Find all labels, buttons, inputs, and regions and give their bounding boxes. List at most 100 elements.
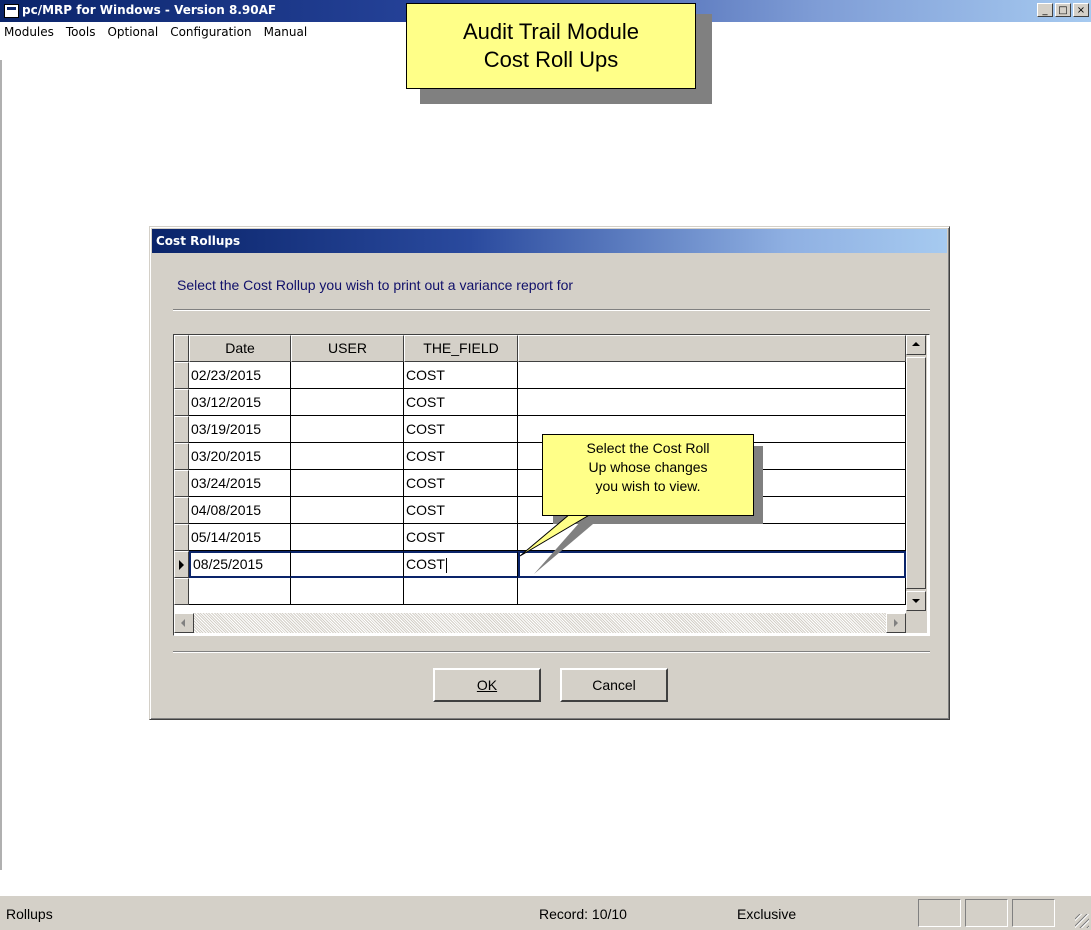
- header-indicator[interactable]: [174, 335, 189, 362]
- status-bar: Rollups Record: 10/10 Exclusive: [0, 895, 1091, 930]
- column-header-user[interactable]: USER: [291, 335, 404, 362]
- tip-line-1: Select the Cost Roll: [586, 440, 710, 456]
- cell-the-field[interactable]: COST: [404, 470, 518, 497]
- cell-the-field[interactable]: COST: [404, 416, 518, 443]
- cell-user[interactable]: [291, 497, 404, 524]
- table-row-empty[interactable]: [174, 578, 906, 605]
- menu-optional[interactable]: Optional: [101, 25, 164, 39]
- tip-line-2: Up whose changes: [588, 459, 708, 475]
- cell-extra[interactable]: [518, 578, 906, 605]
- cell-date[interactable]: 04/08/2015: [189, 497, 291, 524]
- cell-extra[interactable]: [518, 362, 906, 389]
- row-indicator[interactable]: [174, 389, 189, 416]
- window-title: pc/MRP for Windows - Version 8.90AF: [22, 3, 277, 17]
- arrow-up-icon: [912, 342, 920, 346]
- dialog-title[interactable]: Cost Rollups: [152, 229, 947, 253]
- table-row-current[interactable]: 08/25/2015 COST: [174, 551, 906, 578]
- callout-line-2: Cost Roll Ups: [483, 47, 619, 72]
- cell-date[interactable]: 03/20/2015: [189, 443, 291, 470]
- row-indicator[interactable]: [174, 524, 189, 551]
- menu-manual[interactable]: Manual: [258, 25, 314, 39]
- row-indicator[interactable]: [174, 416, 189, 443]
- cell-the-field[interactable]: COST: [404, 524, 518, 551]
- cell-the-field[interactable]: COST: [404, 362, 518, 389]
- table-row[interactable]: 03/24/2015 COST: [174, 470, 906, 497]
- cancel-label: Cancel: [592, 677, 636, 693]
- table-row[interactable]: 05/14/2015 COST: [174, 524, 906, 551]
- scroll-up-button[interactable]: [906, 335, 926, 355]
- cell-the-field[interactable]: [404, 578, 518, 605]
- status-panel-1: [918, 899, 961, 927]
- close-button[interactable]: ×: [1073, 3, 1089, 17]
- menu-tools[interactable]: Tools: [60, 25, 102, 39]
- resize-grip-icon[interactable]: [1075, 914, 1089, 928]
- ok-button[interactable]: OK: [433, 668, 541, 702]
- cell-extra[interactable]: [518, 524, 906, 551]
- status-panel-2: [965, 899, 1008, 927]
- cell-user[interactable]: [291, 470, 404, 497]
- dialog-instruction: Select the Cost Rollup you wish to print…: [177, 277, 574, 293]
- callout-line-1: Audit Trail Module: [462, 19, 640, 44]
- ok-label: OK: [476, 677, 498, 693]
- cell-the-field[interactable]: COST: [404, 443, 518, 470]
- cell-date[interactable]: 02/23/2015: [189, 362, 291, 389]
- cell-date[interactable]: 05/14/2015: [189, 524, 291, 551]
- scroll-down-button[interactable]: [906, 591, 926, 611]
- vertical-scrollbar[interactable]: [906, 335, 927, 613]
- vertical-scroll-thumb[interactable]: [906, 357, 926, 589]
- cell-date[interactable]: 03/24/2015: [189, 470, 291, 497]
- cell-the-field[interactable]: COST: [404, 389, 518, 416]
- cancel-button[interactable]: Cancel: [560, 668, 668, 702]
- cell-date[interactable]: 08/25/2015: [189, 551, 291, 578]
- cell-user[interactable]: [291, 362, 404, 389]
- scroll-right-button[interactable]: [886, 613, 906, 633]
- status-form-name: Rollups: [6, 906, 53, 922]
- column-header-date[interactable]: Date: [189, 335, 291, 362]
- cell-the-field-editing[interactable]: COST: [404, 551, 518, 578]
- cell-the-field[interactable]: COST: [404, 497, 518, 524]
- cell-user[interactable]: [291, 551, 404, 578]
- table-row[interactable]: 03/20/2015 COST: [174, 443, 906, 470]
- column-header-the-field[interactable]: THE_FIELD: [404, 335, 518, 362]
- app-icon[interactable]: [4, 4, 19, 18]
- cell-date[interactable]: 03/12/2015: [189, 389, 291, 416]
- cell-date[interactable]: 03/19/2015: [189, 416, 291, 443]
- table-row[interactable]: 04/08/2015 COST: [174, 497, 906, 524]
- row-indicator[interactable]: [174, 362, 189, 389]
- maximize-button[interactable]: □: [1055, 3, 1071, 17]
- row-indicator-current[interactable]: [174, 551, 189, 578]
- row-pointer-icon: [179, 560, 184, 570]
- cell-user[interactable]: [291, 416, 404, 443]
- table-row[interactable]: 03/19/2015 COST: [174, 416, 906, 443]
- menu-configuration[interactable]: Configuration: [164, 25, 257, 39]
- status-record: Record: 10/10: [539, 906, 627, 922]
- horizontal-scrollbar[interactable]: [174, 613, 906, 633]
- arrow-left-icon: [181, 619, 185, 627]
- cell-user[interactable]: [291, 524, 404, 551]
- cell-user[interactable]: [291, 443, 404, 470]
- column-header-extra[interactable]: [518, 335, 906, 362]
- cell-user[interactable]: [291, 389, 404, 416]
- separator-bottom: [173, 651, 930, 653]
- cell-extra[interactable]: [518, 551, 906, 578]
- tip-line-3: you wish to view.: [595, 478, 701, 494]
- cell-date[interactable]: [189, 578, 291, 605]
- row-indicator[interactable]: [174, 497, 189, 524]
- row-indicator[interactable]: [174, 578, 189, 605]
- instruction-tip: Select the Cost Roll Up whose changes yo…: [542, 434, 754, 516]
- row-indicator[interactable]: [174, 443, 189, 470]
- status-mode: Exclusive: [737, 906, 797, 922]
- minimize-button[interactable]: _: [1037, 3, 1053, 17]
- scroll-left-button[interactable]: [174, 613, 194, 633]
- table-row[interactable]: 02/23/2015 COST: [174, 362, 906, 389]
- row-indicator[interactable]: [174, 470, 189, 497]
- horizontal-scroll-track[interactable]: [194, 613, 886, 633]
- arrow-down-icon: [912, 599, 920, 603]
- window-left-edge: [0, 60, 2, 870]
- table-row[interactable]: 03/12/2015 COST: [174, 389, 906, 416]
- cell-user[interactable]: [291, 578, 404, 605]
- menu-modules[interactable]: Modules: [0, 25, 60, 39]
- text-caret: [445, 557, 447, 573]
- cell-extra[interactable]: [518, 389, 906, 416]
- grid-header: Date USER THE_FIELD: [174, 335, 906, 362]
